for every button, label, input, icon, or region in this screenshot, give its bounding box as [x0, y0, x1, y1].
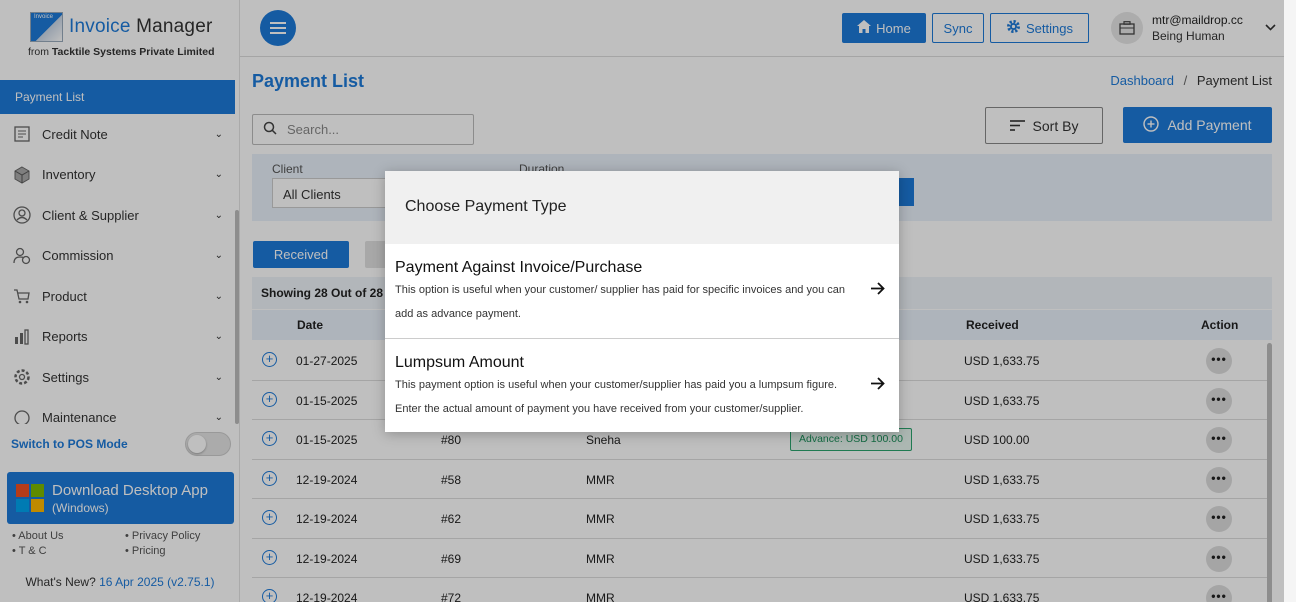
- payment-type-dialog: Choose Payment Type Payment Against Invo…: [385, 171, 899, 432]
- option-title: Payment Against Invoice/Purchase: [395, 259, 643, 276]
- option-description: This option is useful when your customer…: [395, 284, 846, 320]
- arrow-right-icon: [871, 282, 885, 300]
- arrow-right-icon: [871, 377, 885, 395]
- option-title: Lumpsum Amount: [395, 354, 524, 371]
- page-scrollbar[interactable]: [1284, 0, 1296, 602]
- dialog-title: Choose Payment Type: [385, 171, 899, 244]
- lumpsum-amount-option[interactable]: Lumpsum Amount This payment option is us…: [385, 338, 899, 431]
- app-root: Invoice Invoice Manager from Tacktile Sy…: [0, 0, 1296, 602]
- payment-against-invoice-option[interactable]: Payment Against Invoice/Purchase This op…: [385, 244, 899, 338]
- option-description: This payment option is useful when your …: [395, 379, 838, 415]
